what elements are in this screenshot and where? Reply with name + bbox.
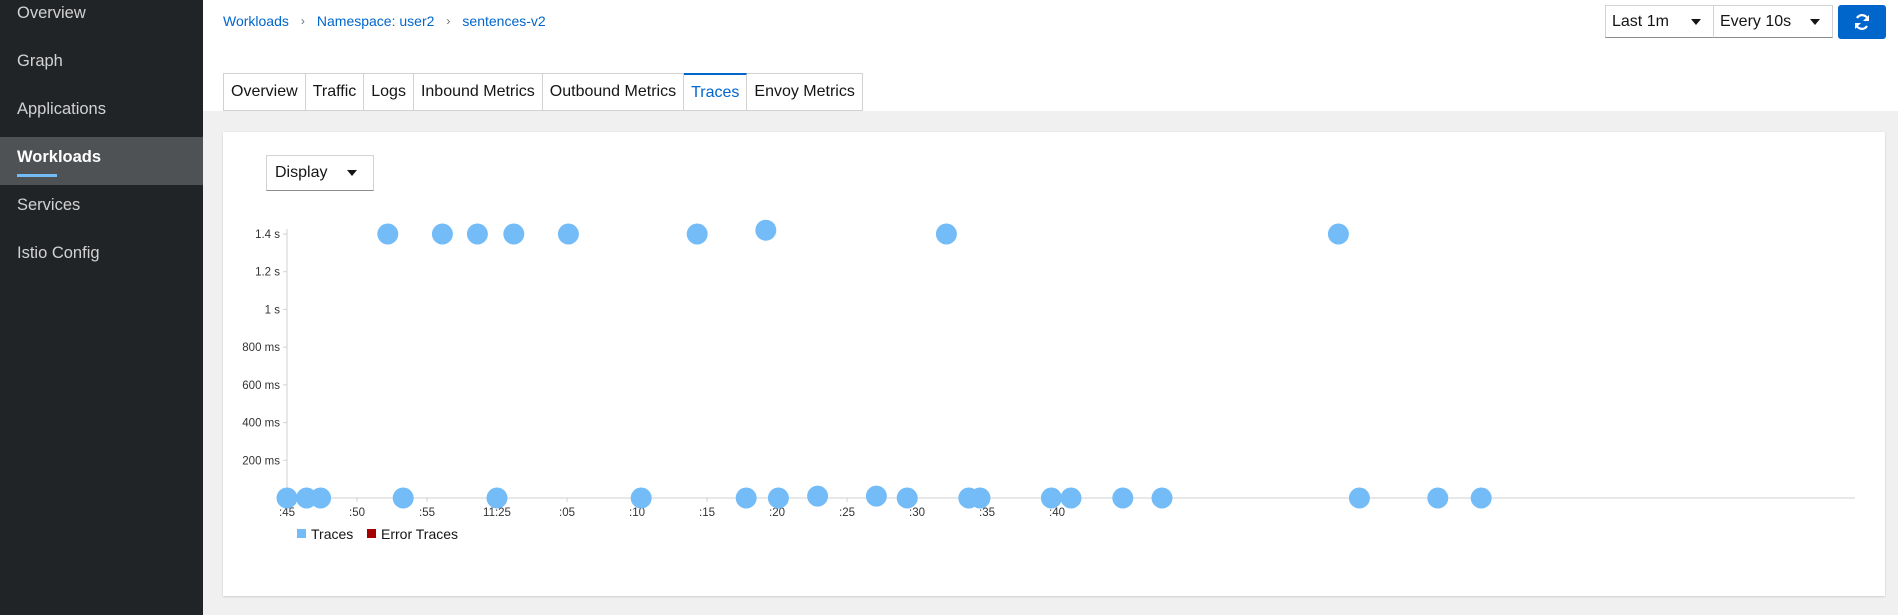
- x-tick-label: :55: [419, 507, 435, 519]
- y-tick-label: 200 ms: [242, 455, 280, 467]
- x-tick-label: :05: [559, 507, 575, 519]
- y-tick-label: 400 ms: [242, 418, 280, 430]
- x-tick-label: :45: [279, 507, 295, 519]
- trace-point: [276, 487, 298, 509]
- trace-point: [392, 487, 414, 509]
- legend-swatch: [297, 529, 306, 538]
- trace-point: [1112, 487, 1134, 509]
- x-tick-label: :25: [839, 507, 855, 519]
- trace-point: [1327, 223, 1349, 245]
- trace-point: [935, 223, 957, 245]
- chart-legend: Traces Error Traces: [297, 526, 458, 542]
- legend-swatch: [367, 529, 376, 538]
- trace-point: [686, 223, 708, 245]
- x-tick-label: :40: [1049, 507, 1065, 519]
- trace-point: [896, 487, 918, 509]
- trace-point: [1040, 487, 1062, 509]
- traces-scatter-chart: 1.4 s 1.2 s 1 s 800 ms 600 ms 400 ms 200 ms :4…: [242, 219, 1855, 542]
- trace-point: [1470, 487, 1492, 509]
- x-tick-label: :30: [909, 507, 925, 519]
- x-tick-label: :15: [699, 507, 715, 519]
- trace-point: [1348, 487, 1370, 509]
- trace-point: [1427, 487, 1449, 509]
- trace-point: [1060, 487, 1082, 509]
- y-tick-label: 1 s: [265, 304, 281, 316]
- x-tick-label: :10: [629, 507, 645, 519]
- trace-points: [276, 219, 1492, 509]
- trace-point: [1151, 487, 1173, 509]
- trace-point: [431, 223, 453, 245]
- legend-label: Traces: [311, 526, 353, 542]
- y-tick-label: 800 ms: [242, 342, 280, 354]
- y-tick-label: 1.4 s: [255, 229, 280, 241]
- trace-point: [486, 487, 508, 509]
- y-tick-label: 600 ms: [242, 380, 280, 392]
- trace-point: [557, 223, 579, 245]
- trace-point: [865, 485, 887, 507]
- chart-axes: [286, 229, 1855, 499]
- legend-label: Error Traces: [381, 526, 458, 542]
- trace-point: [466, 223, 488, 245]
- x-tick-label: :50: [349, 507, 365, 519]
- trace-point: [377, 223, 399, 245]
- trace-point: [503, 223, 525, 245]
- trace-point: [969, 487, 991, 509]
- trace-point: [310, 487, 332, 509]
- y-tick-label: 1.2 s: [255, 267, 280, 279]
- x-tick-label: :35: [979, 507, 995, 519]
- trace-point: [755, 219, 777, 241]
- trace-point: [630, 487, 652, 509]
- y-axis-ticks: 1.4 s 1.2 s 1 s 800 ms 600 ms 400 ms 200 ms: [242, 229, 287, 467]
- trace-point: [807, 485, 829, 507]
- trace-point: [767, 487, 789, 509]
- x-tick-label: :20: [769, 507, 785, 519]
- x-tick-label: 11:25: [483, 507, 511, 519]
- trace-point: [735, 487, 757, 509]
